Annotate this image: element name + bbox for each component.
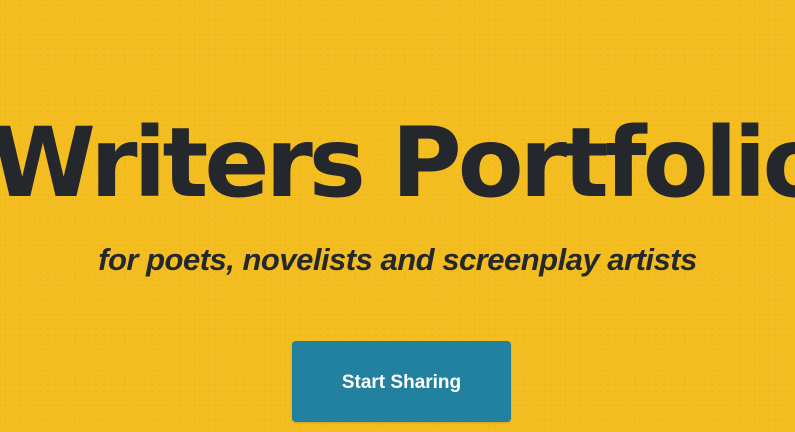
hero-title: Writers Portfolio [0, 107, 795, 219]
hero-section: Writers Portfolio for poets, novelists a… [0, 0, 795, 432]
start-sharing-button[interactable]: Start Sharing [292, 341, 511, 422]
hero-subtitle: for poets, novelists and screenplay arti… [98, 242, 697, 277]
